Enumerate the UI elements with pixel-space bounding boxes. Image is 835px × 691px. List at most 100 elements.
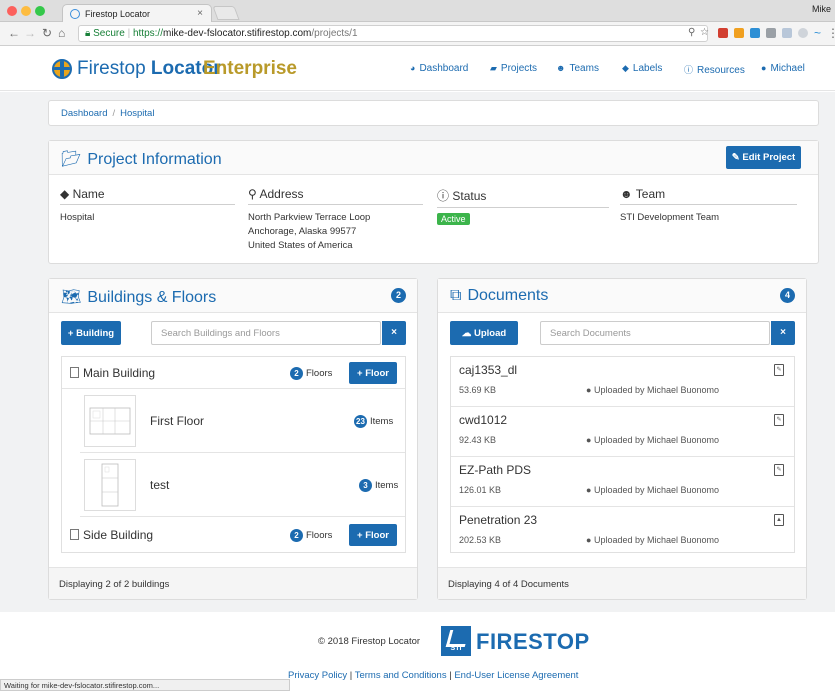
maximize-window-icon[interactable] bbox=[35, 6, 45, 16]
edition-label: Enterprise bbox=[203, 58, 297, 79]
tag-icon: ◆ bbox=[622, 63, 629, 73]
extension-wave-icon[interactable]: ~ bbox=[814, 26, 821, 40]
floor-row[interactable]: test 3 Items bbox=[80, 453, 405, 517]
nav-label: Dashboard bbox=[419, 63, 469, 74]
add-floor-button[interactable]: + Floor bbox=[349, 524, 397, 546]
clear-search-icon[interactable]: × bbox=[771, 321, 795, 345]
documents-list: caj1353_dl 53.69 KB ● Uploaded by Michae… bbox=[450, 356, 795, 553]
secure-label: Secure bbox=[93, 28, 125, 39]
documents-footer: Displaying 4 of 4 Documents bbox=[438, 567, 806, 599]
add-building-button[interactable]: + Building bbox=[61, 321, 121, 345]
home-icon[interactable]: ⌂ bbox=[58, 26, 65, 40]
app-logo[interactable]: Firestop Locator bbox=[77, 58, 221, 80]
address-line: North Parkview Terrace Loop bbox=[248, 212, 371, 223]
breadcrumb-current[interactable]: Hospital bbox=[120, 108, 154, 119]
cloud-upload-icon: ☁ bbox=[461, 327, 472, 339]
items-count-badge: 23 bbox=[354, 415, 367, 428]
extension-circle-icon[interactable] bbox=[798, 28, 808, 38]
back-icon[interactable]: ← bbox=[8, 26, 20, 40]
extension-shield-icon[interactable] bbox=[718, 28, 728, 38]
upload-button[interactable]: ☁ Upload bbox=[450, 321, 518, 345]
edit-project-button[interactable]: ✎ Edit Project bbox=[726, 146, 801, 169]
link-separator: | bbox=[347, 670, 355, 681]
project-status-col: ⓘ Status Active bbox=[437, 187, 609, 225]
building-row[interactable]: Side Building 2 Floors + Floor bbox=[62, 519, 405, 551]
info-icon: ⓘ bbox=[684, 65, 694, 75]
documents-count-badge: 4 bbox=[780, 288, 795, 303]
document-row[interactable]: Penetration 23 202.53 KB ● Uploaded by M… bbox=[451, 507, 794, 557]
document-row[interactable]: cwd1012 92.43 KB ● Uploaded by Michael B… bbox=[451, 407, 794, 457]
copy-icon: ⧉ bbox=[450, 287, 462, 304]
document-uploader: ● Uploaded by Michael Buonomo bbox=[586, 535, 719, 545]
extension-orange-icon[interactable] bbox=[734, 28, 744, 38]
close-tab-icon[interactable]: × bbox=[197, 8, 203, 19]
privacy-link[interactable]: Privacy Policy bbox=[288, 670, 347, 681]
clear-search-icon[interactable]: × bbox=[382, 321, 406, 345]
extension-blue-icon[interactable] bbox=[750, 28, 760, 38]
documents-search-input[interactable]: Search Documents bbox=[540, 321, 770, 345]
url-input[interactable]: 🔒︎ Secure | https://mike-dev-fslocator.s… bbox=[78, 25, 708, 42]
browser-menu-icon[interactable]: ⋮ bbox=[827, 26, 835, 40]
bookmark-star-icon[interactable]: ☆ bbox=[700, 27, 709, 38]
terms-link[interactable]: Terms and Conditions bbox=[355, 670, 447, 681]
extension-light-icon[interactable] bbox=[782, 28, 792, 38]
address-bar-row: ← → ↻ ⌂ 🔒︎ Secure | https://mike-dev-fsl… bbox=[0, 22, 835, 46]
document-row[interactable]: caj1353_dl 53.69 KB ● Uploaded by Michae… bbox=[451, 357, 794, 407]
app-navbar: Firestop Locator Enterprise ◕ Dashboard ▰… bbox=[0, 47, 835, 91]
nav-teams[interactable]: ☻ Teams bbox=[556, 63, 599, 74]
nav-labels[interactable]: ◆ Labels bbox=[622, 63, 662, 74]
items-word: Items bbox=[370, 416, 394, 427]
minimize-window-icon[interactable] bbox=[21, 6, 31, 16]
buildings-title: 🗺︎ Buildings & Floors bbox=[61, 287, 216, 307]
browser-tab[interactable]: Firestop Locator × bbox=[62, 4, 212, 22]
building-icon bbox=[70, 529, 79, 540]
users-icon: ☻ bbox=[620, 187, 633, 201]
zoom-icon[interactable]: ⚲ bbox=[688, 27, 695, 38]
url-scheme: https:// bbox=[132, 28, 163, 39]
nav-user[interactable]: ● Michael bbox=[761, 63, 805, 74]
user-icon: ● bbox=[586, 535, 592, 545]
items-count-badge: 3 bbox=[359, 479, 372, 492]
nav-dashboard[interactable]: ◕ Dashboard bbox=[410, 63, 468, 74]
new-tab-button[interactable] bbox=[212, 6, 240, 20]
sti-logo[interactable]: STI bbox=[441, 626, 471, 656]
buildings-search-input[interactable]: Search Buildings and Floors bbox=[151, 321, 381, 345]
pdf-file-icon[interactable]: ✎ bbox=[774, 464, 784, 476]
nav-projects[interactable]: ▰ Projects bbox=[490, 63, 537, 74]
floor-row[interactable]: First Floor 23 Items bbox=[80, 389, 405, 453]
documents-header: ⧉ Documents 4 bbox=[438, 279, 806, 313]
document-name: caj1353_dl bbox=[459, 363, 518, 377]
eula-link[interactable]: End-User License Agreement bbox=[454, 670, 578, 681]
firestop-brand[interactable]: FIRESTOP bbox=[476, 629, 590, 655]
building-name-text: Side Building bbox=[83, 528, 154, 542]
folder-open-icon: 📂︎ bbox=[61, 151, 82, 168]
forward-icon[interactable]: → bbox=[24, 26, 36, 40]
name-heading: ◆ Name bbox=[60, 187, 235, 205]
document-uploader: ● Uploaded by Michael Buonomo bbox=[586, 435, 719, 445]
nav-label: Michael bbox=[770, 63, 805, 74]
globe-logo-icon[interactable] bbox=[52, 59, 72, 79]
map-icon: 🗺︎ bbox=[61, 289, 82, 306]
floor-plan-thumbnail[interactable] bbox=[84, 459, 136, 511]
card-title-text: Project Information bbox=[87, 151, 222, 168]
pencil-icon: ✎ bbox=[731, 152, 740, 163]
address-label: Address bbox=[259, 187, 304, 201]
address-line: United States of America bbox=[248, 240, 353, 251]
pdf-file-icon[interactable]: ✎ bbox=[774, 364, 784, 376]
floor-plan-thumbnail[interactable] bbox=[84, 395, 136, 447]
pdf-file-icon[interactable]: ✎ bbox=[774, 414, 784, 426]
extension-gray-icon[interactable] bbox=[766, 28, 776, 38]
document-row[interactable]: EZ-Path PDS 126.01 KB ● Uploaded by Mich… bbox=[451, 457, 794, 507]
building-row[interactable]: Main Building 2 Floors + Floor bbox=[62, 357, 405, 389]
profile-name[interactable]: Mike bbox=[812, 4, 831, 14]
floors-count-badge: 2 bbox=[290, 529, 303, 542]
add-floor-button[interactable]: + Floor bbox=[349, 362, 397, 384]
breadcrumb-dashboard[interactable]: Dashboard bbox=[61, 108, 107, 119]
nav-label: Teams bbox=[569, 63, 599, 74]
close-window-icon[interactable] bbox=[7, 6, 17, 16]
nav-resources[interactable]: ⓘ Resources bbox=[684, 63, 745, 76]
floors-count: 2 Floors bbox=[290, 367, 332, 380]
image-file-icon[interactable]: ▲ bbox=[774, 514, 784, 526]
reload-icon[interactable]: ↻ bbox=[42, 26, 52, 40]
project-team[interactable]: STI Development Team bbox=[620, 211, 797, 225]
